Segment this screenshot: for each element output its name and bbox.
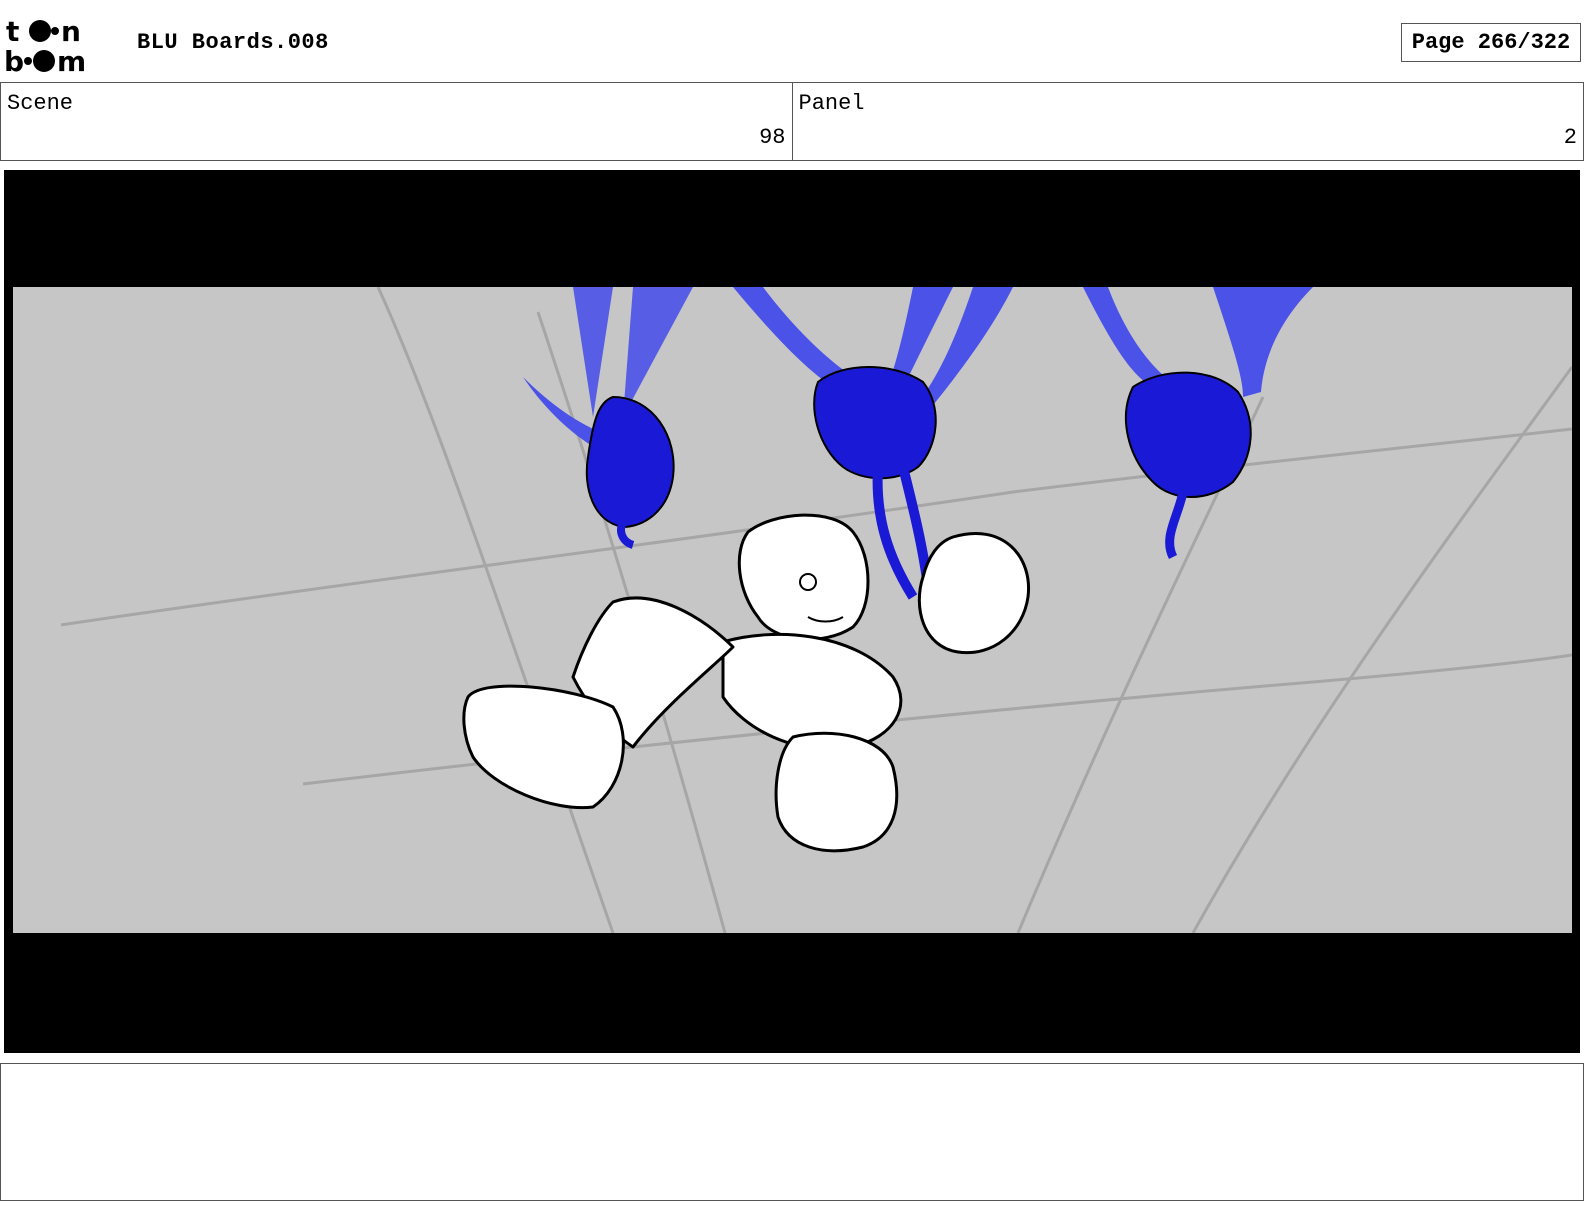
panel-label: Panel bbox=[798, 91, 865, 116]
scene-panel-row: Scene 98 Panel 2 bbox=[0, 82, 1584, 161]
svg-text:t: t bbox=[6, 15, 19, 48]
document-title: BLU Boards.008 bbox=[137, 30, 329, 55]
panel-notes bbox=[0, 1063, 1584, 1201]
storyboard-panel bbox=[4, 170, 1580, 1053]
page-indicator: Page 266/322 bbox=[1401, 23, 1581, 62]
scene-number: 98 bbox=[759, 125, 786, 150]
svg-text:n: n bbox=[61, 15, 81, 48]
toon-boom-logo: t n b m bbox=[4, 15, 86, 74]
panel-cell: Panel 2 bbox=[791, 83, 1584, 160]
panel-drawing bbox=[13, 287, 1572, 933]
svg-text:b: b bbox=[4, 45, 24, 74]
panel-number: 2 bbox=[1563, 125, 1577, 150]
scene-label: Scene bbox=[7, 91, 74, 116]
svg-text:m: m bbox=[57, 45, 86, 74]
scene-cell: Scene 98 bbox=[1, 83, 792, 160]
